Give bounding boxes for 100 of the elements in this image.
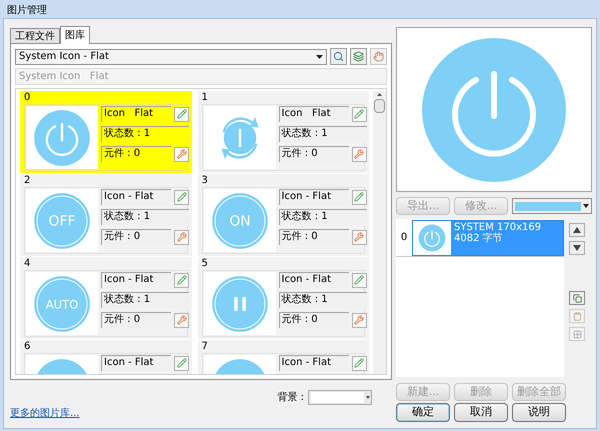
edit-button[interactable] [174, 356, 189, 370]
power-icon [33, 108, 91, 166]
pencil-icon [354, 275, 364, 285]
hand-button[interactable] [370, 48, 387, 65]
pause-icon [210, 274, 269, 332]
grid-button[interactable] [569, 327, 585, 341]
card-index: 3 [202, 175, 208, 187]
pencil-icon [176, 192, 186, 202]
hand-icon [373, 51, 384, 62]
card-index: 4 [24, 258, 30, 270]
wrench-icon [176, 315, 186, 325]
tool-button[interactable] [352, 146, 367, 162]
layers-button[interactable] [350, 48, 367, 65]
row-index: 0 [400, 231, 408, 245]
power-icon [418, 224, 446, 252]
caret-icon [366, 396, 370, 399]
text-field[interactable]: 状态数 : 1 [278, 292, 367, 308]
tab[interactable]: 图库 [60, 26, 90, 44]
text-field[interactable]: Icon - Flat [278, 272, 349, 288]
button[interactable]: 说明 [512, 402, 566, 422]
text-field[interactable]: 状态数 : 1 [278, 209, 367, 225]
pencil-icon [354, 358, 364, 368]
caret-icon [583, 204, 589, 208]
pencil-icon [176, 109, 186, 119]
move-up-button[interactable] [569, 223, 585, 237]
card-index: 1 [202, 92, 208, 104]
caret-icon [316, 54, 323, 58]
text-field[interactable]: Icon Flat [278, 106, 349, 122]
wrench-icon [354, 315, 364, 325]
search-icon [333, 51, 344, 62]
icon-card[interactable]: 4 AUTO Icon - Flat 状态数 : 1 元件 : 0 [20, 257, 192, 339]
window-title: 图片管理 [7, 4, 47, 18]
arrow-down-icon [573, 245, 581, 251]
icon-card[interactable]: 5 Icon - Flat 状态数 : 1 元件 : 0 [198, 257, 370, 339]
card-index: 0 [24, 92, 30, 104]
text-field[interactable]: 元件 : 0 [278, 146, 349, 162]
icon-card[interactable]: 3 ON Icon - Flat 状态数 : 1 元件 : 0 [198, 174, 370, 256]
text-field[interactable]: Icon - Flat [278, 355, 349, 371]
icon-card[interactable]: 0 Icon Flat 状态数 : 1 元件 : 0 [20, 91, 192, 173]
scroll-up-icon [377, 93, 382, 96]
edit-button[interactable] [352, 272, 367, 288]
text-field[interactable]: 元件 : 0 [278, 312, 349, 328]
tool-button[interactable] [174, 312, 189, 328]
text-field[interactable]: Icon - Flat [278, 189, 349, 205]
paste-button[interactable] [569, 309, 585, 323]
text-field[interactable]: 元件 : 0 [101, 229, 171, 245]
text-field[interactable]: 状态数 : 1 [101, 292, 189, 308]
edit-button[interactable] [352, 356, 367, 370]
more-libraries-link[interactable]: 更多的图片库... [10, 408, 80, 419]
text-field[interactable]: Icon - Flat [101, 272, 171, 288]
scrollbar[interactable] [373, 91, 386, 374]
button[interactable]: 确定 [396, 402, 450, 422]
text-field[interactable]: 状态数 : 1 [278, 126, 367, 142]
arrow-up-icon [573, 227, 581, 233]
edit-button[interactable] [174, 106, 189, 122]
text-field[interactable]: 状态数 : 1 [101, 209, 189, 225]
tool-button[interactable] [174, 230, 189, 244]
scroll-thumb[interactable] [374, 99, 386, 113]
tool-button[interactable] [352, 312, 367, 328]
image-info: 4082 字节 [454, 232, 504, 244]
move-down-button[interactable] [569, 241, 585, 255]
icon-card[interactable]: 7 Icon - Flat [198, 340, 370, 374]
icon-card[interactable]: 2 OFF Icon - Flat 状态数 : 1 元件 : 0 [20, 174, 192, 256]
text-field[interactable]: Icon - Flat [101, 355, 171, 371]
text-field[interactable]: 元件 : 0 [101, 146, 171, 162]
pencil-icon [176, 275, 186, 285]
edit-button[interactable] [352, 106, 367, 122]
wrench-icon [176, 149, 186, 159]
tool-button[interactable] [174, 146, 189, 162]
text-field[interactable]: Icon Flat [101, 106, 171, 122]
text-field[interactable]: 状态数 : 1 [101, 126, 189, 142]
text-field[interactable]: 元件 : 0 [278, 229, 349, 245]
path-field: System Icon Flat [15, 68, 387, 85]
round-label-icon: OFF [33, 192, 91, 250]
tool-button[interactable] [352, 230, 367, 244]
card-index: 2 [24, 175, 30, 187]
grid-icon [572, 330, 582, 338]
card-index: 5 [202, 258, 208, 270]
card-index: 7 [202, 341, 208, 353]
wrench-icon [354, 232, 364, 242]
tab[interactable]: 工程文件 [10, 28, 60, 43]
library-dropdown[interactable]: System Icon - Flat [15, 48, 327, 64]
copy-button[interactable] [569, 291, 585, 305]
icon-card[interactable]: 1 Icon Flat 状态数 : 1 元件 : 0 [198, 91, 370, 173]
copy-icon [572, 294, 582, 302]
clipboard-icon [572, 312, 582, 320]
edit-button[interactable] [174, 190, 189, 204]
button[interactable]: 取消 [454, 402, 508, 422]
edit-button[interactable] [352, 190, 367, 204]
color-dropdown[interactable] [512, 198, 592, 214]
background-dropdown[interactable] [308, 390, 372, 405]
icon-card[interactable]: 6 Icon - Flat [20, 340, 192, 374]
text-field[interactable]: 元件 : 0 [101, 312, 171, 328]
background-label: 背景 : [277, 390, 304, 405]
search-button[interactable] [330, 48, 347, 65]
text-field[interactable]: Icon - Flat [101, 189, 171, 205]
wrench-icon [176, 232, 186, 242]
edit-button[interactable] [174, 272, 189, 288]
image-info: SYSTEM 170x169 [454, 222, 542, 232]
round-label-icon: AUTO [33, 274, 91, 332]
